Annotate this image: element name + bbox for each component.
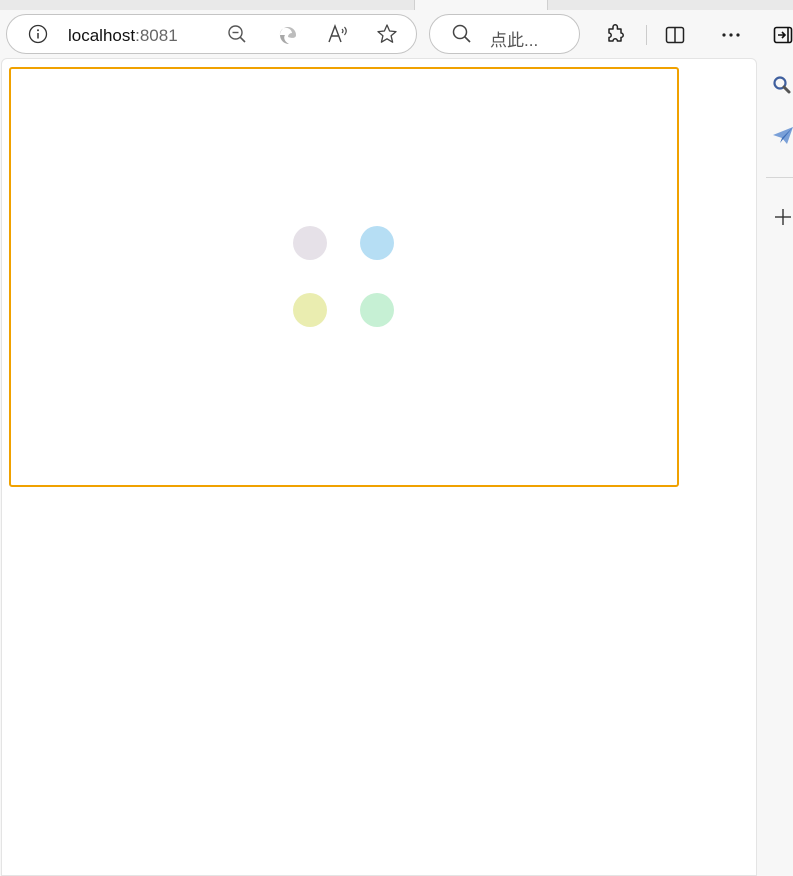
loader-dot-gray <box>293 226 327 260</box>
sidebar-search-icon[interactable] <box>772 75 793 96</box>
search-icon <box>452 24 471 43</box>
address-bar[interactable]: localhost:8081 <box>6 14 417 54</box>
search-placeholder: 点此... <box>490 31 539 50</box>
active-tab[interactable] <box>414 0 548 10</box>
split-screen-icon[interactable] <box>665 25 685 45</box>
address-text[interactable]: localhost:8081 <box>68 26 178 46</box>
sidebar-send-icon[interactable] <box>772 126 793 146</box>
sidebar-toggle-icon[interactable] <box>773 25 793 45</box>
page-viewport <box>1 58 757 876</box>
extensions-icon[interactable] <box>605 24 627 46</box>
toolbar-divider <box>646 25 647 45</box>
loading-container <box>9 67 679 487</box>
browser-toolbar: localhost:8081 点此... <box>0 10 793 58</box>
loader-dot-green <box>360 293 394 327</box>
info-icon[interactable] <box>28 24 48 44</box>
edge-logo-icon[interactable] <box>277 24 299 46</box>
tab-strip <box>0 0 793 10</box>
search-box[interactable]: 点此... <box>429 14 580 54</box>
loader-dot-yellow <box>293 293 327 327</box>
address-host: localhost <box>68 26 136 45</box>
address-port: :8081 <box>135 26 178 45</box>
more-menu-icon[interactable] <box>721 32 741 38</box>
favorite-star-icon[interactable] <box>376 23 398 45</box>
sidebar-divider <box>766 177 793 178</box>
sidebar-add-icon[interactable] <box>774 208 792 226</box>
zoom-out-icon[interactable] <box>227 24 247 44</box>
edge-sidebar <box>758 58 793 876</box>
loader-dot-blue <box>360 226 394 260</box>
read-aloud-icon[interactable] <box>327 24 349 44</box>
